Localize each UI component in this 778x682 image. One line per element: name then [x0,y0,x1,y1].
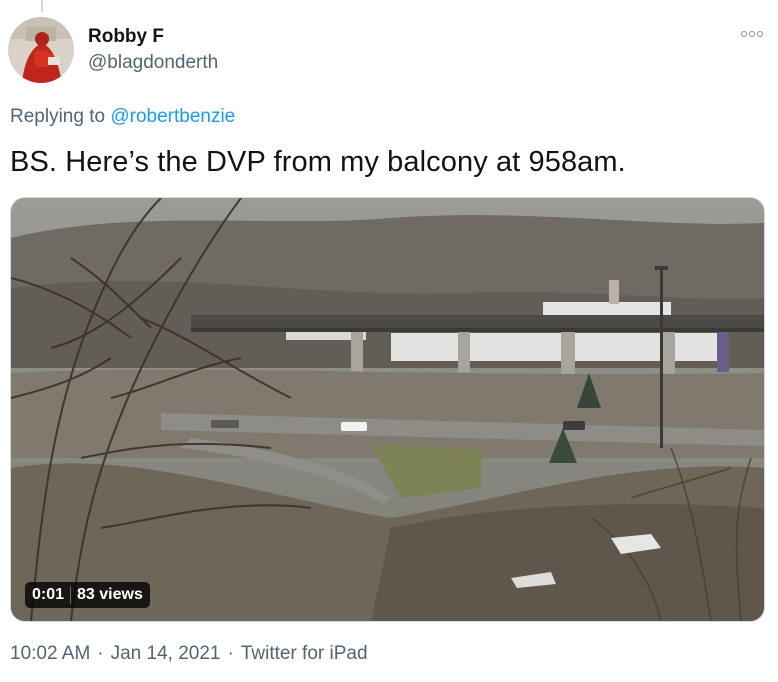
thread-connector-line [41,0,43,12]
display-name[interactable]: Robby F [88,26,164,48]
tweet-text: BS. Here’s the DVP from my balcony at 95… [10,146,626,178]
video-elapsed-time: 0:01 [32,586,65,603]
separator-dot: · [97,643,104,664]
dot-icon [749,31,755,37]
reply-prefix: Replying to [10,106,106,127]
tweet-time-link[interactable]: 10:02 AM [10,643,90,665]
tweet-source-link[interactable]: Twitter for iPad [241,643,368,665]
tweet-metadata: 10:02 AM · Jan 14, 2021 · Twitter for iP… [10,643,368,665]
video-player[interactable]: 0:01 83 views [10,197,765,622]
tweet-date-link[interactable]: Jan 14, 2021 [111,643,221,665]
avatar-image [8,17,74,83]
video-view-count: 83 views [77,586,143,603]
more-options-icon[interactable] [739,27,765,41]
dot-icon [741,31,747,37]
reply-context: Replying to @robertbenzie [10,106,235,128]
video-stats-badge: 0:01 83 views [25,582,150,608]
separator-dot: · [227,643,234,664]
reply-to-link[interactable]: @robertbenzie [110,106,235,127]
dot-icon [757,31,763,37]
user-handle[interactable]: @blagdonderth [88,52,218,74]
badge-divider [70,586,72,604]
avatar[interactable] [8,17,74,83]
video-frame-image [11,198,764,621]
